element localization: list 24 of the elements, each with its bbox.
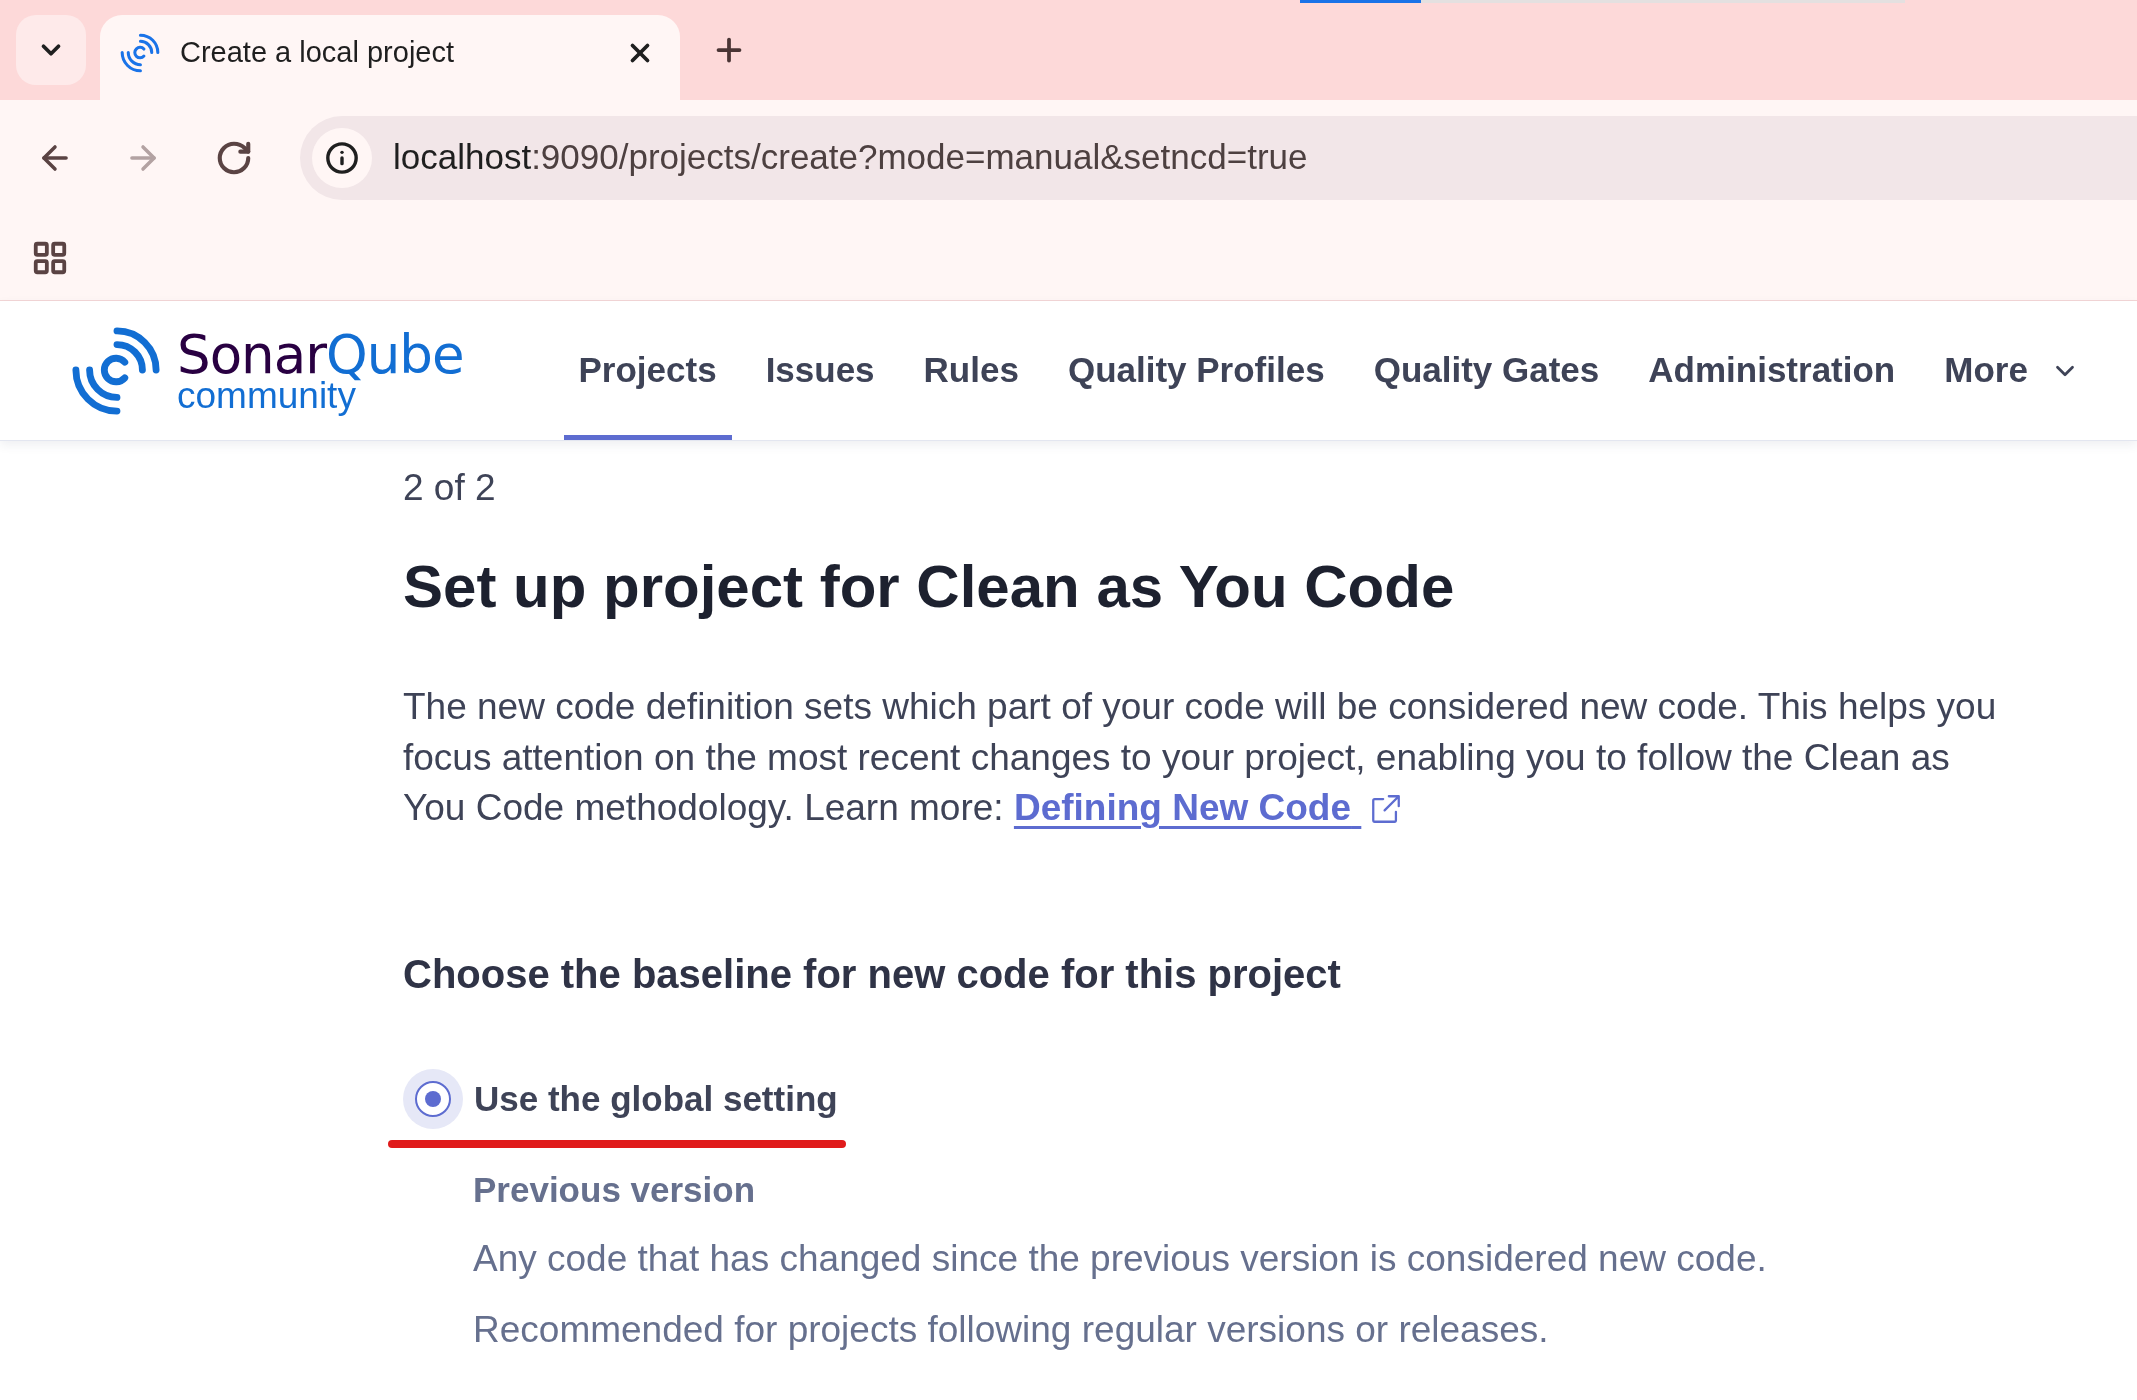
waves-logo-icon [71, 325, 161, 416]
nav-link[interactable]: Quality Profiles [1052, 301, 1340, 440]
page-title: Set up project for Clean as You Code [403, 552, 1455, 622]
nav-link[interactable]: Projects [563, 301, 732, 440]
description-text: The new code definition sets which part of your code will be considered new code. This helps you focus attention on the most recent changes to your project, enabling you to follow the Clean as You Code methodology. Learn more: Defining New Code [403, 685, 1998, 830]
setting-name: Previous version [473, 1168, 756, 1211]
waves-icon [120, 32, 160, 73]
site-info-button[interactable] [312, 127, 372, 188]
step-counter: 2 of 2 [403, 468, 496, 508]
nav-link[interactable]: Issues [750, 301, 890, 440]
option-label: Use the global setting [474, 1077, 838, 1120]
setting-description: Any code that has changed since the previous version is considered new code. [473, 1236, 1767, 1281]
learn-more-link[interactable]: Defining New Code [1013, 787, 1404, 828]
nav-link[interactable]: Quality Gates [1358, 301, 1615, 440]
section-heading: Choose the baseline for new code for this project [403, 950, 1341, 997]
tab-title: Create a local project [180, 34, 455, 70]
setting-description: Recommended for projects following regular versions or releases. [473, 1307, 1549, 1352]
nav-link[interactable]: Rules [908, 301, 1034, 440]
browser-tab[interactable]: Create a local project [100, 15, 680, 100]
address-bar[interactable]: localhost:9090/projects/create?mode=manual&setncd=true [300, 115, 2137, 200]
nav-link[interactable]: Administration [1633, 301, 1911, 440]
url-text: localhost:9090/projects/create?mode=manual&setncd=true [393, 136, 1308, 179]
more-menu-button[interactable]: More [1929, 301, 2095, 440]
info-icon [325, 140, 359, 175]
